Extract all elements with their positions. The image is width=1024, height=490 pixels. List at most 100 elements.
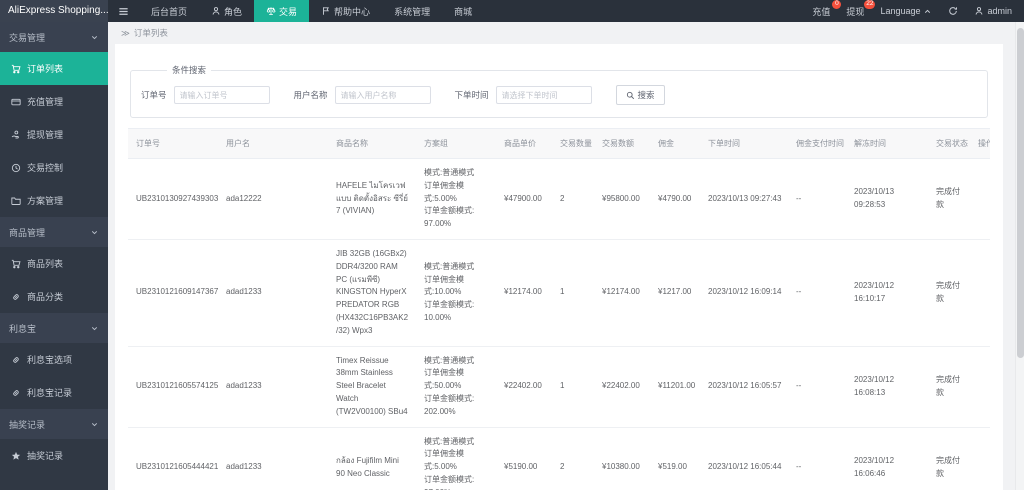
col-commission: 佣金 bbox=[650, 128, 700, 159]
scrollbar-thumb[interactable] bbox=[1017, 28, 1024, 358]
chevron-up-icon bbox=[925, 9, 931, 13]
cell-action bbox=[970, 158, 990, 240]
chevron-down-icon bbox=[91, 35, 98, 39]
search-button[interactable]: 搜索 bbox=[615, 85, 665, 105]
cell-quantity: 1 bbox=[552, 346, 594, 428]
link-icon bbox=[13, 389, 19, 396]
cell-unfreeze-time: 2023/10/12 16:08:13 bbox=[846, 346, 928, 428]
chevron-down-icon bbox=[91, 230, 98, 234]
order-time-field: 下单时间 bbox=[455, 86, 592, 104]
topbar-right: 充值 0 提现 22 Language admin bbox=[812, 0, 1024, 22]
table-row: UB2310121605574125 adad1233 Timex Reissu… bbox=[128, 346, 990, 428]
cell-commission: ¥519.00 bbox=[650, 427, 700, 490]
cell-amount: ¥95800.00 bbox=[594, 158, 650, 240]
cell-order-time: 2023/10/12 16:05:44 bbox=[700, 427, 788, 490]
sidebar-item-product-category[interactable]: 商品分类 bbox=[0, 280, 108, 313]
nav-item-system[interactable]: 系统管理 bbox=[382, 0, 442, 22]
scales-icon bbox=[266, 7, 276, 15]
cell-plan-group: 模式:普通模式 订单佣金模式:5.00% 订单金额模式: 97.00% bbox=[416, 158, 496, 240]
page-scrollbar[interactable] bbox=[1015, 22, 1024, 490]
sidebar-item-interest-options[interactable]: 利息宝选项 bbox=[0, 343, 108, 376]
recharge-badge: 0 bbox=[832, 0, 842, 9]
sidebar-item-trade-control[interactable]: 交易控制 bbox=[0, 151, 108, 184]
menu-toggle-button[interactable] bbox=[108, 0, 139, 22]
cell-commission-pay-time: -- bbox=[788, 427, 846, 490]
withdraw-hand-icon bbox=[11, 130, 19, 138]
cell-commission: ¥4790.00 bbox=[650, 158, 700, 240]
cell-status: 完成付款 bbox=[928, 427, 970, 490]
col-quantity: 交易数量 bbox=[552, 128, 594, 159]
sidebar-group-interest[interactable]: 利息宝 bbox=[0, 313, 108, 343]
col-order-time: 下单时间 bbox=[700, 128, 788, 159]
cell-action bbox=[970, 427, 990, 490]
withdraw-link[interactable]: 提现 22 bbox=[846, 0, 876, 18]
col-commission-pay-time: 佣金支付时间 bbox=[788, 128, 846, 159]
order-time-input[interactable] bbox=[495, 86, 592, 104]
chevron-down-icon bbox=[91, 422, 98, 426]
col-username: 用户名 bbox=[218, 128, 328, 159]
sidebar-item-withdraw[interactable]: 提现管理 bbox=[0, 118, 108, 151]
cell-unit-price: ¥22402.00 bbox=[496, 346, 552, 428]
cell-order-time: 2023/10/12 16:05:57 bbox=[700, 346, 788, 428]
cell-username: adad1233 bbox=[218, 239, 328, 347]
hamburger-icon bbox=[119, 7, 128, 15]
sidebar-item-plan-management[interactable]: 方案管理 bbox=[0, 184, 108, 217]
cell-plan-group: 模式:普通模式 订单佣金模式:10.00% 订单金额模式: 10.00% bbox=[416, 239, 496, 347]
cell-order-time: 2023/10/13 09:27:43 bbox=[700, 158, 788, 240]
topbar: AliExpress Shopping... 后台首页 角色 交易 帮助中心 系… bbox=[0, 0, 1024, 22]
col-action: 操作 bbox=[970, 128, 990, 159]
nav-item-roles[interactable]: 角色 bbox=[199, 0, 254, 22]
sidebar-item-order-list[interactable]: 订单列表 bbox=[0, 52, 108, 85]
search-form: 订单号 用户名称 下单时间 搜索 bbox=[141, 85, 977, 105]
cell-commission-pay-time: -- bbox=[788, 158, 846, 240]
table-row: UB2310121609147367 adad1233 JIB 32GB (16… bbox=[128, 239, 990, 347]
cell-status: 完成付款 bbox=[928, 346, 970, 428]
withdraw-badge: 22 bbox=[864, 0, 876, 9]
table-row: UB2310121605444421 adad1233 กล้อง Fujifi… bbox=[128, 427, 990, 490]
sidebar-group-lottery[interactable]: 抽奖记录 bbox=[0, 409, 108, 439]
sidebar-group-trade[interactable]: 交易管理 bbox=[0, 22, 108, 52]
cell-order-no: UB2310130927439303 bbox=[128, 158, 218, 240]
main-content: ≫ 订单列表 条件搜索 订单号 用户名称 下单时间 bbox=[108, 22, 1015, 490]
nav-item-home[interactable]: 后台首页 bbox=[139, 0, 199, 22]
refresh-button[interactable] bbox=[948, 6, 958, 16]
cell-product-name: JIB 32GB (16GBx2) DDR4/3200 RAM PC (แรมพ… bbox=[328, 239, 416, 347]
col-unfreeze-time: 解冻时间 bbox=[846, 128, 928, 159]
username-input[interactable] bbox=[334, 86, 431, 104]
cell-unit-price: ¥47900.00 bbox=[496, 158, 552, 240]
cell-username: ada12222 bbox=[218, 158, 328, 240]
search-icon bbox=[626, 91, 634, 99]
search-legend: 条件搜索 bbox=[172, 65, 207, 75]
user-menu[interactable]: admin bbox=[974, 6, 1012, 16]
cell-username: adad1233 bbox=[218, 427, 328, 490]
username-label: admin bbox=[987, 6, 1012, 16]
col-product-name: 商品名称 bbox=[328, 128, 416, 159]
cell-quantity: 2 bbox=[552, 158, 594, 240]
link-icon bbox=[13, 356, 19, 363]
app-logo: AliExpress Shopping... bbox=[0, 0, 108, 22]
cell-unit-price: ¥12174.00 bbox=[496, 239, 552, 347]
star-icon bbox=[11, 451, 21, 460]
sidebar-item-recharge[interactable]: 充值管理 bbox=[0, 85, 108, 118]
refresh-icon bbox=[949, 7, 958, 15]
order-table: 订单号 用户名 商品名称 方案组 商品单价 交易数量 交易数额 佣金 下单时间 … bbox=[128, 128, 990, 490]
order-no-input[interactable] bbox=[173, 86, 270, 104]
cell-order-no: UB2310121609147367 bbox=[128, 239, 218, 347]
sidebar-item-product-list[interactable]: 商品列表 bbox=[0, 247, 108, 280]
nav-item-trade[interactable]: 交易 bbox=[254, 0, 310, 22]
table-row: UB2310130927439303 ada12222 HAFELE ไมโคร… bbox=[128, 158, 990, 240]
cell-action bbox=[970, 239, 990, 347]
sidebar-item-interest-records[interactable]: 利息宝记录 bbox=[0, 376, 108, 409]
cell-quantity: 2 bbox=[552, 427, 594, 490]
nav-item-help-center[interactable]: 帮助中心 bbox=[309, 0, 382, 22]
credit-card-icon bbox=[11, 98, 21, 105]
sidebar-group-products[interactable]: 商品管理 bbox=[0, 217, 108, 247]
cell-commission: ¥1217.00 bbox=[650, 239, 700, 347]
nav-item-mall[interactable]: 商城 bbox=[442, 0, 484, 22]
sidebar-item-lottery-records[interactable]: 抽奖记录 bbox=[0, 439, 108, 472]
language-dropdown[interactable]: Language bbox=[880, 6, 932, 16]
cell-plan-group: 模式:普通模式 订单佣金模式:5.00% 订单金额模式: 97.00% bbox=[416, 427, 496, 490]
person-icon bbox=[976, 7, 983, 15]
cell-commission: ¥11201.00 bbox=[650, 346, 700, 428]
recharge-link[interactable]: 充值 0 bbox=[812, 0, 842, 18]
